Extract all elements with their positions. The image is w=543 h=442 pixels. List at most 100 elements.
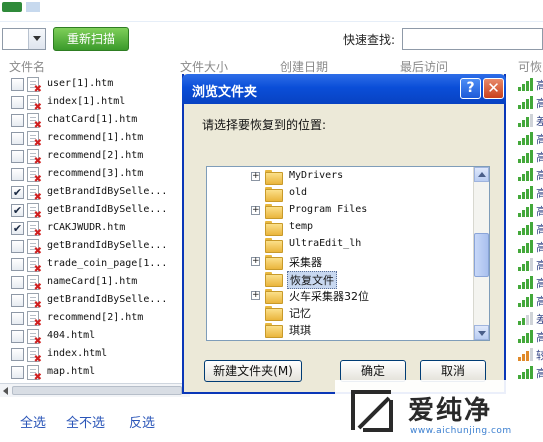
file-checkbox[interactable] <box>11 96 24 109</box>
tree-node[interactable]: 记忆 <box>251 305 481 322</box>
recoverability-signal: 高 <box>518 220 543 238</box>
file-checkbox[interactable] <box>11 330 24 343</box>
file-checkbox[interactable] <box>11 240 24 253</box>
file-checkbox[interactable]: ✔ <box>11 204 24 217</box>
close-button[interactable]: ✕ <box>483 78 504 99</box>
file-row[interactable]: ✖ recommend[2].htm <box>0 148 190 167</box>
file-row[interactable]: ✔ ✖ getBrandIdBySelle... <box>0 184 190 203</box>
quick-search-label: 快速查找: <box>343 33 396 47</box>
scroll-down-button[interactable] <box>474 325 489 340</box>
ok-button[interactable]: 确定 <box>340 360 406 382</box>
expand-icon[interactable]: + <box>251 291 260 300</box>
tree-node[interactable]: + Program Files <box>251 203 481 220</box>
recoverability-signal: 高 <box>518 256 543 274</box>
file-row[interactable]: ✖index.html3 <box>0 346 190 365</box>
signal-bar <box>522 282 525 289</box>
scroll-left-icon[interactable] <box>3 387 8 395</box>
signal-bar <box>526 117 529 127</box>
file-checkbox[interactable] <box>11 168 24 181</box>
signal-bar <box>526 315 529 325</box>
recoverability-text: 高 <box>536 133 543 146</box>
horizontal-scrollbar[interactable] <box>0 383 190 397</box>
file-checkbox[interactable]: ✔ <box>11 186 24 199</box>
dropdown-arrow-button[interactable] <box>28 29 45 49</box>
rescan-button[interactable]: 重新扫描 <box>53 27 129 51</box>
toolbar: 重新扫描 快速查找: <box>0 24 543 54</box>
help-button[interactable]: ? <box>460 78 481 99</box>
file-checkbox[interactable] <box>11 132 24 145</box>
tree-node[interactable]: + MyDrivers <box>251 169 481 186</box>
file-row[interactable]: ✖recommend[2].htm2 <box>0 310 190 329</box>
tree-node[interactable]: temp <box>251 220 481 237</box>
file-checkbox[interactable] <box>11 258 24 271</box>
expand-icon[interactable]: + <box>251 172 260 181</box>
file-row[interactable]: ✖ recommend[3].htm <box>0 166 190 185</box>
tree-node[interactable]: + 采集器 <box>251 254 481 271</box>
tree-node[interactable]: + 火车采集器32位 <box>251 288 481 305</box>
select-all-link[interactable]: 全选 <box>20 412 46 431</box>
file-row[interactable]: ✖map.html2 <box>0 364 190 382</box>
scan-type-dropdown[interactable] <box>2 28 46 50</box>
tree-node[interactable]: 琪琪 <box>251 322 481 339</box>
file-row[interactable]: ✖ getBrandIdBySelle... <box>0 238 190 257</box>
scroll-thumb[interactable] <box>12 386 182 395</box>
file-row[interactable]: ✖ recommend[1].htm <box>0 130 190 149</box>
file-checkbox[interactable] <box>11 348 24 361</box>
expand-icon[interactable]: + <box>251 206 260 215</box>
tree-node[interactable]: 千图网图片 <box>251 339 481 340</box>
tree-node[interactable]: UltraEdit_lh <box>251 237 481 254</box>
signal-bar <box>526 261 529 271</box>
new-folder-button[interactable]: 新建文件夹(M) <box>204 360 302 382</box>
file-row[interactable]: ✖ 404.html <box>0 328 190 347</box>
file-checkbox[interactable]: ✔ <box>11 222 24 235</box>
tree-vertical-scrollbar[interactable] <box>473 167 489 340</box>
quick-search-input[interactable] <box>402 28 543 50</box>
file-checkbox[interactable] <box>11 114 24 127</box>
file-row[interactable]: ✔✖rCAKJWUDR.htm2 <box>0 220 190 239</box>
tree-node[interactable]: old <box>251 186 481 203</box>
recoverability-text: 高 <box>536 151 543 164</box>
file-row[interactable]: ✖ trade_coin_page[1... <box>0 256 190 275</box>
recoverability-text: 较 <box>536 349 543 362</box>
select-none-link[interactable]: 全不选 <box>66 412 105 431</box>
column-header-accessed[interactable]: 最后访问 <box>400 58 448 75</box>
file-row[interactable]: ✔ ✖ getBrandIdBySelle... <box>0 202 190 221</box>
tree-scroll-thumb[interactable] <box>474 233 489 277</box>
column-header-recoverable[interactable]: 可恢 <box>518 58 542 75</box>
file-list: ✖ user[1].htm ✖ index[1].html ✖ chatCard[1].h… <box>0 76 190 382</box>
file-checkbox[interactable] <box>11 366 24 379</box>
recoverability-text: 高 <box>536 277 543 290</box>
file-row[interactable]: ✖ getBrandIdBySelle... <box>0 292 190 311</box>
deleted-mark-icon: ✖ <box>33 372 42 383</box>
tree-node-label: temp <box>289 221 314 232</box>
file-checkbox[interactable] <box>11 78 24 91</box>
cancel-button[interactable]: 取消 <box>420 360 486 382</box>
file-checkbox[interactable] <box>11 150 24 163</box>
file-name: 404.html <box>47 330 96 341</box>
file-name: user[1].htm <box>47 78 114 89</box>
expand-icon[interactable]: + <box>251 257 260 266</box>
file-checkbox[interactable] <box>11 276 24 289</box>
invert-selection-link[interactable]: 反选 <box>129 412 155 431</box>
scroll-up-button[interactable] <box>474 167 489 182</box>
recoverability-text: 差 <box>536 115 543 128</box>
file-row[interactable]: ✖nameCard[1].htm5 <box>0 274 190 293</box>
dialog-titlebar[interactable]: 浏览文件夹 ? ✕ <box>182 74 506 104</box>
file-checkbox[interactable] <box>11 294 24 307</box>
signal-bar <box>530 168 533 181</box>
file-checkbox[interactable] <box>11 312 24 325</box>
column-header-created[interactable]: 创建日期 <box>280 58 328 75</box>
deleted-file-icon: ✖ <box>27 185 42 203</box>
file-row[interactable]: ✖ user[1].htm <box>0 76 190 95</box>
file-row[interactable]: ✖ chatCard[1].htm <box>0 112 190 131</box>
file-row[interactable]: ✖ index[1].html <box>0 94 190 113</box>
signal-bar <box>530 330 533 343</box>
tree-node[interactable]: 恢复文件 <box>251 271 481 289</box>
column-header-size[interactable]: 文件大小 <box>180 58 228 75</box>
signal-bar <box>526 153 529 163</box>
file-name: trade_coin_page[1... <box>47 258 168 269</box>
top-strip <box>0 0 543 22</box>
recoverability-signal: 高 <box>518 292 543 310</box>
column-header-filename[interactable]: 文件名 <box>9 58 45 75</box>
recoverability-signal: 高 <box>518 328 543 346</box>
